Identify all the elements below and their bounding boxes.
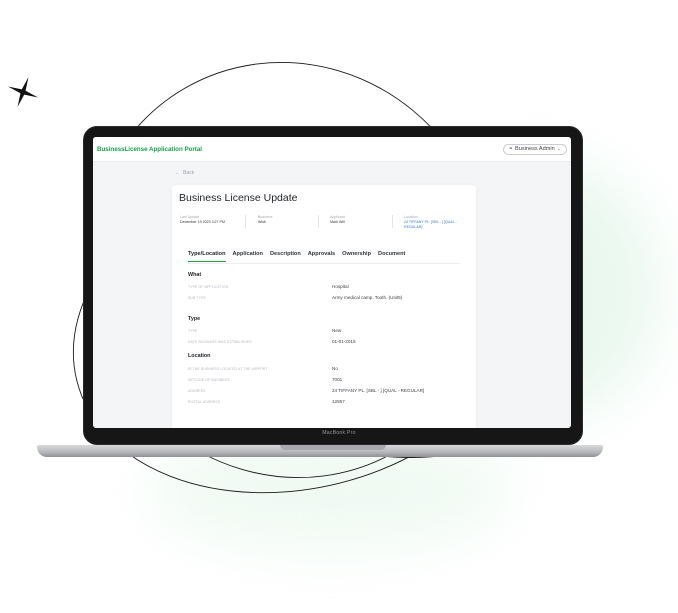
section-title-location: Location: [188, 353, 211, 359]
meta-value: December 19 2023 3:27 PM: [180, 220, 225, 224]
detail-row: Postal Address 12867: [188, 399, 458, 407]
detail-row: Type New: [188, 328, 458, 336]
meta-applicant: Applicant Mark Will: [330, 215, 390, 225]
laptop-notch: [280, 445, 386, 450]
meta-divider: [318, 215, 319, 228]
detail-value: Army medical camp. Tooth. (Unit5): [332, 295, 403, 300]
section-title-what: What: [188, 272, 202, 278]
detail-row: Zipcode of Business 7001: [188, 377, 458, 385]
detail-value: New: [332, 328, 342, 333]
user-icon: ⚭: [508, 146, 513, 152]
meta-last-update: Last Update December 19 2023 3:27 PM: [180, 215, 242, 225]
detail-value: 24 TIFFANY PL. [SBL - ] [QUAL - REGULAR]: [332, 388, 425, 393]
tabs-divider: [188, 263, 460, 264]
detail-label: Type: [188, 329, 198, 333]
detail-label: Zipcode of Business: [188, 378, 230, 382]
detail-value: 7001: [332, 377, 343, 382]
back-link[interactable]: ← Back: [175, 170, 194, 176]
detail-value: Hospital: [332, 284, 349, 289]
detail-row: Is the business located at the airport N…: [188, 366, 458, 374]
meta-divider: [245, 215, 246, 228]
detail-label: Address: [188, 389, 206, 393]
detail-label: Postal Address: [188, 400, 221, 404]
tab-approvals[interactable]: Approvals: [308, 251, 335, 257]
chevron-down-icon: ⌄: [556, 146, 561, 152]
tab-description[interactable]: Description: [270, 251, 301, 257]
detail-label: Type of Application: [188, 285, 229, 289]
meta-divider: [392, 215, 393, 228]
detail-value: No: [332, 366, 338, 371]
back-link-label: Back: [183, 170, 195, 176]
sparkle-icon: [7, 76, 39, 108]
meta-location-link[interactable]: 24 TIFFANY PL. [SBL - ] [QUAL - REGULAR]: [404, 220, 474, 230]
tab-document[interactable]: Document: [378, 251, 405, 257]
detail-value: 01-01-2016: [332, 339, 356, 344]
detail-label: Date Business Was Established: [188, 340, 252, 344]
detail-value: 12867: [332, 399, 345, 404]
meta-value: Mark Will: [330, 220, 345, 224]
brand-logo-text[interactable]: BusinessLicense Application Portal: [97, 146, 202, 153]
meta-value: Wisk: [258, 220, 266, 224]
arrow-left-icon: ←: [175, 170, 180, 176]
detail-row: Sub Type Army medical camp. Tooth. (Unit…: [188, 295, 458, 303]
top-navigation-bar: BusinessLicense Application Portal ⚭ Bus…: [93, 137, 571, 162]
detail-label: Is the business located at the airport: [188, 367, 268, 371]
meta-business: Business Wisk: [258, 215, 318, 225]
tab-ownership[interactable]: Ownership: [342, 251, 371, 257]
tab-application[interactable]: Application: [233, 251, 263, 257]
license-detail-card: Business License Update Last Update Dece…: [172, 185, 476, 428]
detail-row: Date Business Was Established 01-01-2016: [188, 339, 458, 347]
laptop-screen: BusinessLicense Application Portal ⚭ Bus…: [93, 137, 571, 428]
user-menu-button[interactable]: ⚭ Business Admin ⌄: [502, 143, 567, 155]
detail-row: Type of Application Hospital: [188, 284, 458, 292]
section-title-type: Type: [188, 316, 201, 322]
detail-row: Address 24 TIFFANY PL. [SBL - ] [QUAL - …: [188, 388, 458, 396]
device-label: MacBook Pro: [322, 430, 356, 436]
tab-type-location[interactable]: Type/Location: [188, 251, 226, 262]
page-title: Business License Update: [179, 192, 298, 204]
detail-label: Sub Type: [188, 296, 206, 300]
meta-location: Location 24 TIFFANY PL. [SBL - ] [QUAL -…: [404, 215, 474, 230]
detail-tabs: Type/Location Application Description Ap…: [188, 251, 405, 262]
user-menu-label: Business Admin: [514, 146, 555, 152]
